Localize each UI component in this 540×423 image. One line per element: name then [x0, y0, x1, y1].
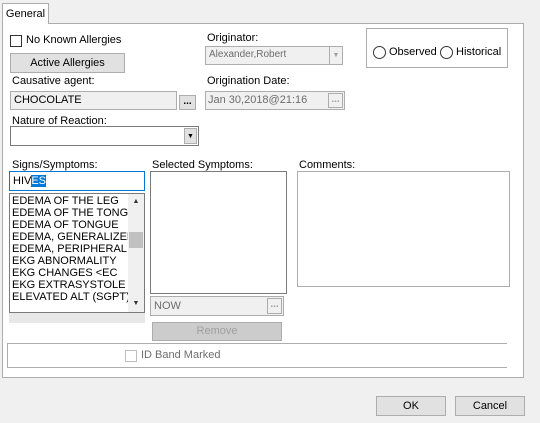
list-item[interactable]: EDEMA, GENERALIZED	[10, 231, 128, 243]
selected-symptoms-list[interactable]	[150, 171, 287, 294]
originator-value: Alexander,Robert	[209, 49, 287, 60]
chevron-down-icon[interactable]: ▼	[329, 47, 342, 64]
list-item[interactable]: EKG ABNORMALITY	[10, 255, 128, 267]
symptom-date-field: NOW ...	[150, 296, 284, 316]
ok-button[interactable]: OK	[376, 396, 446, 416]
signs-symptoms-footer-bar	[9, 313, 145, 323]
causative-agent-ellipsis-button[interactable]: ...	[179, 95, 196, 110]
list-item[interactable]: EDEMA OF TONGUE	[10, 219, 128, 231]
symptom-date-ellipsis-button[interactable]: ...	[267, 298, 282, 314]
id-band-checkbox[interactable]	[125, 350, 137, 362]
chevron-down-icon[interactable]: ▼	[184, 128, 197, 144]
causative-agent-field[interactable]: CHOCOLATE	[10, 91, 177, 110]
origination-date-value: Jan 30,2018@21:16	[208, 94, 308, 106]
list-item[interactable]: EKG EXTRASYSTOLE	[10, 279, 128, 291]
originator-dropdown[interactable]: Alexander,Robert ▼	[205, 46, 343, 65]
origination-date-ellipsis-button[interactable]: ...	[328, 93, 343, 108]
scroll-up-icon[interactable]: ▲	[129, 195, 143, 209]
cancel-button[interactable]: Cancel	[455, 396, 525, 416]
causative-agent-label: Causative agent:	[12, 75, 95, 87]
observed-radio[interactable]	[373, 46, 386, 59]
list-item[interactable]: EKG CHANGES <EC	[10, 267, 128, 279]
signs-symptoms-search-selection: ES	[31, 175, 47, 187]
selected-symptoms-label: Selected Symptoms:	[152, 159, 253, 171]
scroll-down-icon[interactable]: ▼	[129, 297, 143, 311]
historical-label: Historical	[456, 46, 502, 58]
signs-symptoms-search-text: HIV	[13, 175, 32, 187]
list-item[interactable]: ELEVATED ALT (SGPT)	[10, 291, 128, 303]
signs-symptoms-list[interactable]: EDEMA OF THE LEG EDEMA OF THE TONGUE EDE…	[9, 193, 145, 313]
signs-symptoms-label: Signs/Symptoms:	[12, 159, 98, 171]
scrollbar-thumb[interactable]	[129, 232, 143, 248]
origination-date-field: Jan 30,2018@21:16 ...	[205, 91, 345, 110]
nature-of-reaction-dropdown[interactable]: ▼	[10, 126, 199, 146]
observed-label: Observed	[389, 46, 437, 58]
tab-general[interactable]: General	[2, 3, 49, 24]
comments-label: Comments:	[299, 159, 356, 171]
no-known-allergies-checkbox[interactable]	[10, 35, 22, 47]
remove-button[interactable]: Remove	[152, 322, 282, 341]
id-band-label: ID Band Marked	[141, 349, 221, 361]
list-item[interactable]: EDEMA OF THE TONGUE	[10, 207, 128, 219]
active-allergies-button[interactable]: Active Allergies	[10, 53, 125, 73]
signs-symptoms-search-input[interactable]: HIVES	[9, 171, 145, 191]
origination-date-label: Origination Date:	[207, 75, 290, 87]
list-item[interactable]: EDEMA, PERIPHERAL	[10, 243, 128, 255]
no-known-allergies-label: No Known Allergies	[26, 34, 122, 46]
historical-radio[interactable]	[440, 46, 453, 59]
symptom-date-value: NOW	[154, 300, 181, 312]
originator-label: Originator:	[207, 32, 259, 44]
signs-symptoms-scrollbar[interactable]: ▲ ▼	[128, 194, 144, 312]
list-item[interactable]: EDEMA OF THE LEG	[10, 195, 128, 207]
comments-textarea[interactable]	[297, 171, 510, 287]
id-band-group	[7, 343, 507, 368]
